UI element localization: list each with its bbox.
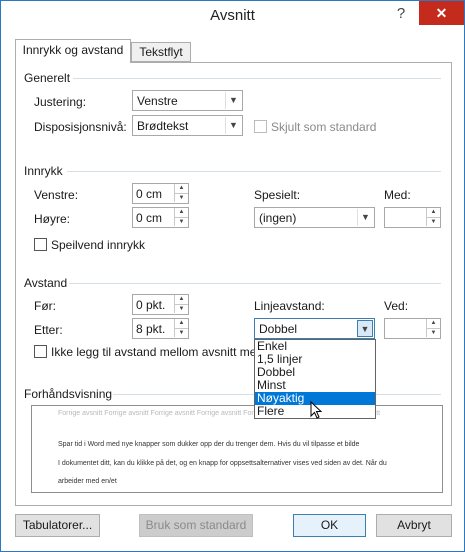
preview-box: Forrige avsnitt Forrige avsnitt Forrige … [31,405,443,493]
spin-up-icon[interactable]: ▲ [174,208,188,217]
collapsed-by-default-label: Skjult som standard [271,120,377,134]
line-spacing-value: Dobbel [259,322,298,336]
spacing-at-label: Ved: [384,299,409,313]
spacing-after-spinner[interactable]: 8 pkt. ▲ ▼ [132,318,189,339]
paragraph-dialog: Avsnitt ? ✕ Innrykk og avstand Tekstflyt… [0,0,465,552]
spin-up-icon[interactable]: ▲ [426,319,440,328]
spin-down-icon[interactable]: ▼ [174,304,188,313]
chevron-down-icon[interactable]: ▼ [357,320,373,337]
spacing-at-spinner[interactable]: ▲ ▼ [384,318,441,339]
indent-by-spinner[interactable]: ▲ ▼ [384,207,441,228]
spin-down-icon[interactable]: ▼ [426,328,440,337]
outline-level-label: Disposisjonsnivå: [34,120,127,134]
alignment-select[interactable]: Venstre ▼ [132,90,243,111]
preview-section-title: Forhåndsvisning [24,387,113,401]
chevron-down-icon[interactable]: ▼ [225,117,241,134]
special-label: Spesielt: [254,188,301,202]
preview-line: arbeider med en/et [58,478,117,485]
dont-add-space-checkbox[interactable] [34,345,47,358]
collapsed-by-default-checkbox[interactable] [254,120,267,133]
indent-right-label: Høyre: [34,212,70,226]
spacing-before-spinner[interactable]: 0 pkt. ▲ ▼ [132,294,189,315]
spin-up-icon[interactable]: ▲ [174,295,188,304]
outline-level-value: Brødtekst [137,119,189,133]
alignment-value: Venstre [137,94,178,108]
set-as-default-button[interactable]: Bruk som standard [139,514,253,537]
preview-line: I dokumentet ditt, kan du klikke på det,… [58,460,387,467]
spin-up-icon[interactable]: ▲ [174,319,188,328]
spin-up-icon[interactable]: ▲ [174,184,188,193]
spacing-after-value: 8 pkt. [136,322,166,336]
spin-down-icon[interactable]: ▼ [174,193,188,202]
spin-down-icon[interactable]: ▼ [174,217,188,226]
title-bar: Avsnitt ? ✕ [1,1,464,31]
separator [69,283,441,284]
indent-left-spinner[interactable]: 0 cm ▲ ▼ [132,183,189,204]
separator [67,171,441,172]
separator [73,78,441,79]
dont-add-space-label: Ikke legg til avstand mellom avsnitt med [51,345,264,359]
indent-right-spinner[interactable]: 0 cm ▲ ▼ [132,207,189,228]
indent-by-label: Med: [384,188,411,202]
tab-label: Innrykk og avstand [22,43,124,57]
line-spacing-select[interactable]: Dobbel ▼ [254,318,375,339]
special-value: (ingen) [259,211,297,225]
spin-down-icon[interactable]: ▼ [426,217,440,226]
alignment-label: Justering: [34,95,87,109]
chevron-down-icon[interactable]: ▼ [357,209,373,226]
spin-up-icon[interactable]: ▲ [426,208,440,217]
chevron-down-icon[interactable]: ▼ [225,92,241,109]
spacing-before-label: Før: [34,299,56,313]
general-section-title: Generelt [24,71,71,85]
close-button[interactable]: ✕ [419,1,464,25]
tab-label: Tekstflyt [139,45,183,59]
spacing-before-value: 0 pkt. [136,298,166,312]
tab-indents-and-spacing[interactable]: Innrykk og avstand [15,39,131,63]
spin-down-icon[interactable]: ▼ [174,328,188,337]
spacing-after-label: Etter: [34,323,63,337]
mirror-indents-label: Speilvend innrykk [51,238,146,252]
ok-button[interactable]: OK [293,514,366,537]
indent-right-value: 0 cm [136,211,163,225]
indent-left-value: 0 cm [136,187,163,201]
special-select[interactable]: (ingen) ▼ [254,207,375,228]
outline-level-select[interactable]: Brødtekst ▼ [132,115,243,136]
indent-section-title: Innrykk [24,164,63,178]
indent-left-label: Venstre: [34,188,79,202]
mouse-cursor-icon [310,401,323,419]
line-spacing-label: Linjeavstand: [254,299,325,313]
mirror-indents-checkbox[interactable] [34,238,47,251]
tab-line-page-breaks[interactable]: Tekstflyt [131,42,191,62]
spacing-section-title: Avstand [24,276,68,290]
help-button[interactable]: ? [384,1,418,27]
tabs-button[interactable]: Tabulatorer... [15,514,100,537]
preview-line: Spar tid i Word med nye knapper som dukk… [58,441,360,448]
cancel-button[interactable]: Avbryt [376,514,452,537]
